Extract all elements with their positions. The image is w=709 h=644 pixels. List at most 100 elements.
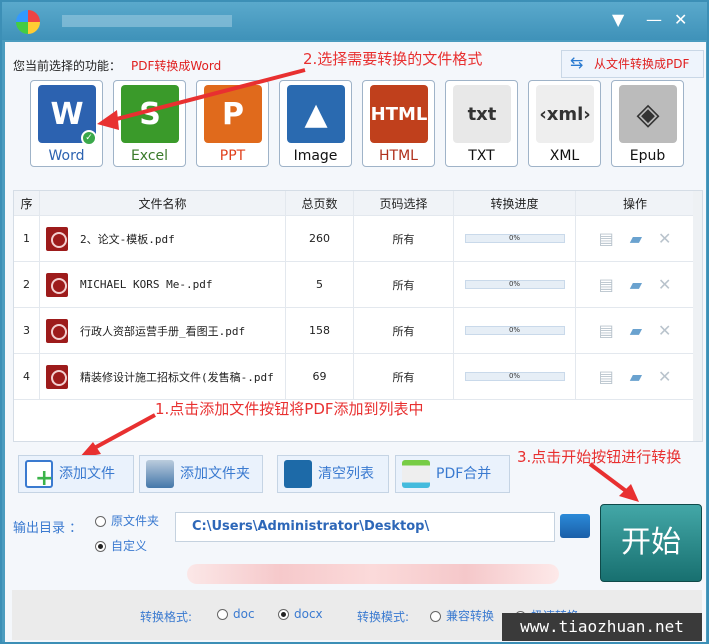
- progress-bar: 0%: [464, 326, 565, 335]
- row-progress-cell: 0%: [454, 354, 576, 399]
- row-pages: 158: [286, 308, 354, 353]
- format-ppt-button[interactable]: P PPT: [196, 80, 269, 167]
- output-doc-icon[interactable]: ▤: [599, 367, 614, 386]
- radio-docx[interactable]: docx: [278, 607, 323, 621]
- table-scrollbar[interactable]: [693, 191, 702, 441]
- row-range[interactable]: 所有: [354, 216, 454, 261]
- radio-doc[interactable]: doc: [217, 607, 255, 621]
- file-name: MICHAEL KORS Me-.pdf: [80, 278, 213, 291]
- format-word-button[interactable]: W ✓ Word: [30, 80, 103, 167]
- row-actions: ▤ ▰ ✕: [576, 308, 694, 353]
- format-label: PPT: [219, 148, 246, 164]
- add-file-label: 添加文件: [59, 466, 115, 482]
- radio-circle: [95, 516, 106, 527]
- start-button[interactable]: 开始: [600, 504, 702, 582]
- row-pages: 69: [286, 354, 354, 399]
- progress-bar: 0%: [464, 372, 565, 381]
- clear-list-label: 清空列表: [318, 466, 374, 482]
- table-row[interactable]: 4 精装修设计施工招标文件(发售稿-.pdf 69 所有 0% ▤ ▰ ✕: [14, 354, 694, 400]
- clear-list-button[interactable]: 清空列表: [277, 455, 389, 493]
- row-range[interactable]: 所有: [354, 262, 454, 307]
- arrow-head-step3: [619, 484, 639, 502]
- radio-label: 原文件夹: [111, 514, 160, 528]
- watermark: www.tiaozhuan.net: [502, 613, 702, 641]
- row-name-cell: MICHAEL KORS Me-.pdf: [40, 262, 286, 307]
- radio-source-folder[interactable]: 原文件夹: [95, 512, 159, 529]
- pdf-file-icon: [46, 364, 68, 389]
- progress-bar: 0%: [464, 234, 565, 243]
- delete-icon[interactable]: ✕: [658, 275, 671, 294]
- window-title-blurred: [62, 15, 232, 27]
- output-doc-icon[interactable]: ▤: [599, 275, 614, 294]
- output-doc-icon[interactable]: ▤: [599, 229, 614, 248]
- delete-icon[interactable]: ✕: [658, 321, 671, 340]
- radio-circle: [95, 541, 106, 552]
- open-folder-icon[interactable]: ▰: [630, 229, 642, 248]
- row-actions: ▤ ▰ ✕: [576, 262, 694, 307]
- pdf-merge-button[interactable]: PDF合并: [395, 455, 510, 493]
- radio-compatible[interactable]: 兼容转换: [430, 607, 494, 624]
- from-file-label: 从文件转换成PDF: [594, 57, 690, 71]
- format-excel-button[interactable]: S Excel: [113, 80, 186, 167]
- format-label: Image: [293, 148, 338, 164]
- add-folder-button[interactable]: 添加文件夹: [139, 455, 263, 493]
- add-file-icon: +: [25, 460, 53, 490]
- client-area: 您当前选择的功能： PDF转换成Word 2.选择需要转换的文件格式 ⇆ 从文件转换…: [5, 42, 706, 642]
- mode-label: 转换模式:: [357, 610, 410, 624]
- radio-label: doc: [233, 607, 255, 621]
- row-range[interactable]: 所有: [354, 308, 454, 353]
- header-name: 文件名称: [40, 191, 286, 215]
- row-name-cell: 2、论文-模板.pdf: [40, 216, 286, 261]
- title-bar: ▼ — ✕: [2, 2, 707, 40]
- from-file-to-pdf-button[interactable]: ⇆ 从文件转换成PDF: [561, 50, 704, 78]
- minimize-button[interactable]: —: [646, 10, 662, 29]
- radio-label: docx: [294, 607, 323, 621]
- format-html-button[interactable]: HTML HTML: [362, 80, 435, 167]
- output-doc-icon[interactable]: ▤: [599, 321, 614, 340]
- format-txt-button[interactable]: txt TXT: [445, 80, 518, 167]
- open-folder-icon[interactable]: ▰: [630, 367, 642, 386]
- format-label: Epub: [629, 148, 666, 164]
- row-index: 1: [14, 216, 40, 261]
- open-folder-icon[interactable]: ▰: [630, 321, 642, 340]
- pdf-file-icon: [46, 226, 68, 251]
- browse-folder-icon[interactable]: [560, 514, 590, 538]
- row-range[interactable]: 所有: [354, 354, 454, 399]
- function-value: PDF转换成Word: [131, 59, 222, 73]
- format-epub-button[interactable]: ◈ Epub: [611, 80, 684, 167]
- header-actions: 操作: [622, 196, 647, 211]
- tip-step1: 1.点击添加文件按钮将PDF添加到列表中: [155, 400, 424, 418]
- function-label: 您当前选择的功能：: [13, 59, 122, 73]
- header-progress: 转换进度: [454, 191, 576, 215]
- row-progress-cell: 0%: [454, 308, 576, 353]
- radio-label: 兼容转换: [446, 609, 495, 623]
- open-folder-icon[interactable]: ▰: [630, 275, 642, 294]
- format-label: Word: [48, 148, 85, 164]
- tip-step2: 2.选择需要转换的文件格式: [303, 50, 483, 68]
- table-row[interactable]: 2 MICHAEL KORS Me-.pdf 5 所有 0% ▤ ▰ ✕: [14, 262, 694, 308]
- format-xml-button[interactable]: ‹xml› XML: [528, 80, 601, 167]
- row-pages: 5: [286, 262, 354, 307]
- table-row[interactable]: 1 2、论文-模板.pdf 260 所有 0% ▤ ▰ ✕: [14, 216, 694, 262]
- header-pages: 总页数: [286, 191, 354, 215]
- merge-icon: [402, 460, 430, 488]
- file-name: 精装修设计施工招标文件(发售稿-.pdf: [80, 370, 274, 384]
- app-window: ▼ — ✕ 您当前选择的功能： PDF转换成Word 2.选择需要转换的文件格式 …: [0, 0, 709, 644]
- radio-label: 自定义: [111, 539, 148, 553]
- add-file-button[interactable]: + 添加文件: [18, 455, 134, 493]
- delete-icon[interactable]: ✕: [658, 367, 671, 386]
- row-index: 3: [14, 308, 40, 353]
- row-index: 2: [14, 262, 40, 307]
- close-button[interactable]: ✕: [674, 10, 687, 29]
- row-actions: ▤ ▰ ✕: [576, 354, 694, 399]
- current-function: 您当前选择的功能： PDF转换成Word: [13, 57, 221, 74]
- output-path-input[interactable]: C:\Users\Administrator\Desktop\: [175, 512, 555, 542]
- selected-check-icon: ✓: [81, 130, 97, 146]
- radio-custom-folder[interactable]: 自定义: [95, 537, 147, 554]
- menu-icon[interactable]: ▼: [612, 10, 624, 29]
- table-row[interactable]: 3 行政人资部运营手册_看图王.pdf 158 所有 0% ▤ ▰ ✕: [14, 308, 694, 354]
- app-logo: [16, 10, 40, 34]
- format-image-button[interactable]: ▲ Image: [279, 80, 352, 167]
- pdf-file-icon: [46, 272, 68, 297]
- delete-icon[interactable]: ✕: [658, 229, 671, 248]
